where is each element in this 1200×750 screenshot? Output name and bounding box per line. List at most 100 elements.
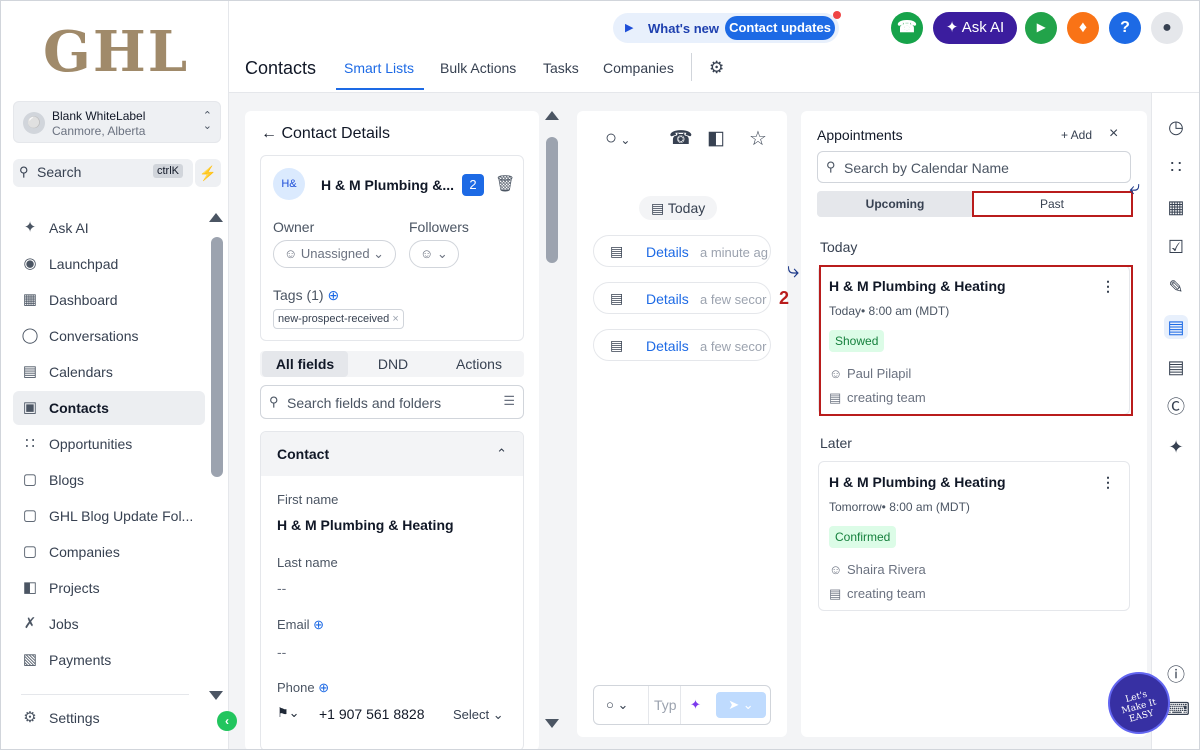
whats-new-label: What's new <box>648 21 719 36</box>
us-flag-icon[interactable]: ⚑⌄ <box>277 705 300 721</box>
sidebar-item-contacts[interactable]: ▣ Contacts <box>13 391 205 425</box>
bell-icon[interactable]: ♦ <box>1067 12 1099 44</box>
clipboard-check-icon[interactable]: ☑ <box>1164 235 1188 259</box>
sidebar-item-calendars[interactable]: ▤ Calendars <box>13 355 205 389</box>
sidebar-item-ghl-blog-update[interactable]: ▢ GHL Blog Update Fol... <box>13 499 205 533</box>
message-composer[interactable]: ○ ⌄ Typ ✦ ➤ ⌄ <box>593 685 771 725</box>
count-badge[interactable]: 2 <box>462 174 484 196</box>
calendar-icon: ▤ <box>610 290 624 306</box>
sparkles-icon: ✦ <box>23 219 37 236</box>
cube-icon: ▢ <box>22 471 38 488</box>
scroll-up-arrow[interactable] <box>545 111 559 120</box>
tab-smart-lists[interactable]: Smart Lists <box>344 60 414 76</box>
owner-select[interactable]: ☺ Unassigned ⌄ <box>273 240 396 268</box>
phone-value[interactable]: +1 907 561 8828 <box>319 706 425 722</box>
sidebar-item-dashboard[interactable]: ▦ Dashboard <box>13 283 205 317</box>
sidebar-item-settings[interactable]: ⚙ Settings <box>13 701 205 735</box>
scroll-up-arrow[interactable] <box>209 213 223 222</box>
contact-details-title: ← Contact Details <box>261 125 390 142</box>
sidebar-item-companies[interactable]: ▢ Companies <box>13 535 205 569</box>
back-arrow-icon[interactable]: ← <box>261 125 281 142</box>
document-icon[interactable]: ▤ <box>1164 355 1188 379</box>
channel-select-icon[interactable]: ○ ⌄ <box>606 697 628 713</box>
megaphone-icon[interactable]: ▸ <box>1025 12 1057 44</box>
avatar[interactable]: ● <box>1151 12 1183 44</box>
add-email-icon[interactable]: ⊕ <box>313 617 324 632</box>
dollar-icon[interactable]: Ⓒ <box>1164 395 1188 419</box>
chat-filter-icon[interactable]: ○ ⌄ <box>605 127 630 150</box>
notification-dot <box>833 11 841 19</box>
tab-upcoming[interactable]: Upcoming <box>817 191 973 217</box>
sidebar-item-payments[interactable]: ▧ Payments <box>13 643 205 677</box>
clock-icon[interactable]: ◷ <box>1164 115 1188 139</box>
tab-dnd[interactable]: DND <box>350 351 436 377</box>
phone-type-select[interactable]: Select ⌄ <box>453 707 504 723</box>
email-value[interactable]: -- <box>277 644 286 660</box>
tag-chip[interactable]: new-prospect-received × <box>273 309 404 329</box>
close-icon[interactable]: × <box>392 313 398 325</box>
sidebar-item-launchpad[interactable]: ◉ Launchpad <box>13 247 205 281</box>
divider <box>680 686 681 724</box>
details-scrollbar[interactable] <box>546 137 558 263</box>
ai-magic-icon[interactable]: ✦ <box>690 697 701 713</box>
activity-row[interactable]: ▤ Details a few secor <box>593 282 771 314</box>
help-button[interactable]: ? <box>1109 12 1141 44</box>
info-icon[interactable]: ⓘ <box>1164 663 1188 687</box>
contact-updates-button[interactable]: Contact updates <box>725 16 835 40</box>
more-options-icon[interactable]: ⋮ <box>1101 474 1115 491</box>
activity-row[interactable]: ▤ Details a minute ag <box>593 235 771 267</box>
sidebar-item-ask-ai[interactable]: ✦ Ask AI <box>13 211 205 245</box>
gear-icon[interactable]: ⚙ <box>709 58 724 78</box>
store-icon[interactable]: ▦ <box>1164 195 1188 219</box>
scroll-down-arrow[interactable] <box>209 691 223 700</box>
calendar-icon[interactable]: ▤ <box>1164 315 1188 339</box>
workflow-icon[interactable]: ∷ <box>1164 155 1188 179</box>
rocket-icon: ◉ <box>23 255 37 272</box>
divider <box>691 53 692 81</box>
add-appointment-button[interactable]: + Add <box>1061 128 1092 142</box>
filter-icon[interactable]: ☰ <box>503 393 515 409</box>
star-icon[interactable]: ☆ <box>749 126 767 151</box>
trash-icon[interactable]: 🗑 <box>495 174 515 194</box>
sidebar-item-projects[interactable]: ◧ Projects <box>13 571 205 605</box>
whats-new-banner[interactable]: ▶ What's new Contact updates <box>613 11 841 43</box>
quick-actions-bolt-icon[interactable]: ⚡ <box>195 159 221 187</box>
sidebar-scrollbar[interactable] <box>211 237 223 477</box>
folder-add-icon[interactable]: ◧ <box>707 127 725 150</box>
send-button[interactable]: ➤ ⌄ <box>716 692 766 718</box>
email-label: Email ⊕ <box>277 617 325 632</box>
calendar-search-input[interactable]: ⚲ Search by Calendar Name <box>817 151 1131 183</box>
field-search-input[interactable]: ⚲ Search fields and folders ☰ <box>260 385 524 419</box>
tab-tasks[interactable]: Tasks <box>543 60 579 76</box>
sidebar-item-blogs[interactable]: ▢ Blogs <box>13 463 205 497</box>
phone-icon[interactable]: ☎ <box>891 12 923 44</box>
group-heading-later: Later <box>820 435 852 451</box>
sidebar-item-conversations[interactable]: ◯ Conversations <box>13 319 205 353</box>
page-title: Contacts <box>245 58 317 78</box>
last-name-value[interactable]: -- <box>277 580 286 596</box>
sparkles-icon[interactable]: ✦ <box>1164 435 1188 459</box>
collapse-sidebar-button[interactable]: ‹ <box>217 711 237 731</box>
contact-avatar: H& <box>273 168 305 200</box>
account-switcher[interactable]: ⚪ Blank WhiteLabel Canmore, Alberta ⌃ ⌄ <box>13 101 221 143</box>
tab-bulk-actions[interactable]: Bulk Actions <box>440 60 516 76</box>
tab-actions[interactable]: Actions <box>436 351 522 377</box>
ask-ai-button[interactable]: ✦ Ask AI <box>933 12 1017 44</box>
add-tag-icon[interactable]: ⊕ <box>327 287 339 303</box>
activity-row[interactable]: ▤ Details a few secor <box>593 329 771 361</box>
phone-icon[interactable]: ☎ <box>669 127 693 150</box>
pen-icon[interactable]: ✎ <box>1164 275 1188 299</box>
account-name: Blank WhiteLabel <box>52 109 146 123</box>
scroll-down-arrow[interactable] <box>545 719 559 728</box>
sidebar-item-opportunities[interactable]: ∷ Opportunities <box>13 427 205 461</box>
tab-all-fields[interactable]: All fields <box>262 351 348 377</box>
sidebar-item-jobs[interactable]: ✗ Jobs <box>13 607 205 641</box>
appointment-card[interactable]: H & M Plumbing & Heating ⋮ Tomorrow• 8:0… <box>818 461 1130 611</box>
followers-select[interactable]: ☺ ⌄ <box>409 240 459 268</box>
close-icon[interactable]: × <box>1109 125 1118 143</box>
tab-companies[interactable]: Companies <box>603 60 674 76</box>
section-header[interactable]: Contact ⌃ <box>261 432 523 476</box>
sidebar-search[interactable]: ⚲ Search ctrlK <box>13 159 193 187</box>
first-name-value[interactable]: H & M Plumbing & Heating <box>277 517 454 533</box>
add-phone-icon[interactable]: ⊕ <box>318 680 329 695</box>
